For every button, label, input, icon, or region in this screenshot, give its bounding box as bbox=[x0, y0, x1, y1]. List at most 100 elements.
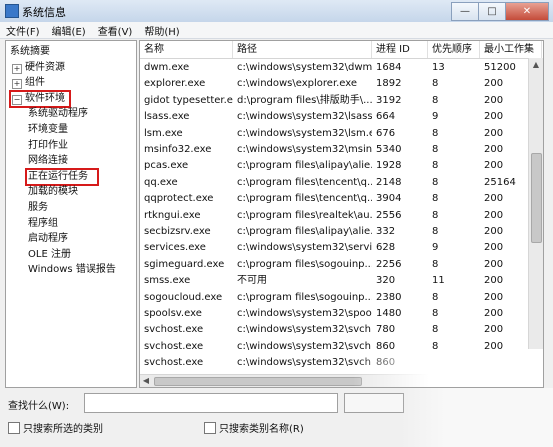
column-header[interactable]: 路径 bbox=[233, 41, 372, 58]
selection-highlight-box bbox=[9, 89, 71, 108]
table-cell: c:\program files\alipay\alie... bbox=[237, 226, 372, 237]
table-row[interactable]: services.exe c:\windows\system32\servi...… bbox=[140, 240, 528, 256]
table-row[interactable]: smss.exe 不可用 320 11 200 bbox=[140, 273, 528, 289]
tree-item-label: Windows 错误报告 bbox=[28, 264, 116, 276]
tree-item-label: 系统驱动程序 bbox=[28, 108, 88, 120]
menu-help[interactable]: 帮助(H) bbox=[138, 23, 185, 38]
table-cell: rtkngui.exe bbox=[144, 209, 201, 221]
column-header[interactable]: 进程 ID bbox=[372, 41, 428, 58]
table-cell: msinfo32.exe bbox=[144, 144, 212, 155]
table-cell: 8 bbox=[432, 127, 439, 139]
table-row[interactable]: secbizsrv.exe c:\program files\alipay\ali… bbox=[140, 224, 528, 240]
table-row[interactable]: lsass.exe c:\windows\system32\lsass.... 66… bbox=[140, 109, 528, 125]
column-header[interactable]: 优先顺序 bbox=[428, 41, 480, 58]
tree-item[interactable]: 系统驱动程序 bbox=[28, 107, 88, 121]
table-cell: c:\windows\explorer.exe bbox=[237, 78, 358, 90]
tree-item-label: 网络连接 bbox=[28, 155, 68, 167]
table-row[interactable]: rtkngui.exe c:\program files\realtek\au..… bbox=[140, 208, 528, 224]
find-button[interactable] bbox=[344, 393, 404, 413]
menu-bar: 文件(F) 编辑(E) 查看(V) 帮助(H) bbox=[0, 22, 553, 39]
tree-item[interactable]: + 硬件资源 bbox=[12, 61, 65, 75]
tree-item[interactable]: 环境变量 bbox=[28, 123, 68, 137]
tree-item[interactable]: + 组件 bbox=[12, 76, 45, 90]
tree-item[interactable]: 加载的模块 bbox=[28, 185, 78, 199]
table-cell: c:\windows\system32\servi... bbox=[237, 242, 372, 254]
details-list[interactable]: 名称 路径 进程 ID 优先顺序 最小工作集 dwm.exe c:\windows\sys… bbox=[139, 40, 544, 388]
tree-item[interactable]: 系统摘要 bbox=[10, 45, 50, 59]
search-selected-label: 只搜索所选的类别 bbox=[23, 424, 103, 435]
table-cell: 320 bbox=[376, 275, 396, 287]
scroll-left-icon[interactable]: ◀ bbox=[140, 375, 152, 387]
table-cell: c:\windows\system32\svch... bbox=[237, 324, 372, 336]
menu-view[interactable]: 查看(V) bbox=[92, 23, 139, 38]
vertical-scrollbar[interactable]: ▲ ▼ bbox=[528, 58, 543, 375]
table-row[interactable]: sogoucloud.exe c:\program files\sogouinp.… bbox=[140, 290, 528, 306]
table-row[interactable]: lsm.exe c:\windows\system32\lsm.e... 676 8 2… bbox=[140, 126, 528, 142]
table-cell: 3904 bbox=[376, 193, 402, 205]
table-row[interactable]: msinfo32.exe c:\windows\system32\msin... 5… bbox=[140, 142, 528, 158]
table-cell: 3192 bbox=[376, 94, 402, 106]
maximize-button[interactable]: □ bbox=[478, 2, 506, 21]
table-cell: svchost.exe bbox=[144, 340, 204, 352]
tree-item[interactable]: 服务 bbox=[28, 201, 48, 215]
tree-item[interactable]: Windows 错误报告 bbox=[28, 263, 116, 277]
tree-item[interactable]: 打印作业 bbox=[28, 139, 68, 153]
table-cell: qq.exe bbox=[144, 176, 178, 188]
table-row[interactable]: qqprotect.exe c:\program files\tencent\q.… bbox=[140, 191, 528, 207]
search-names-checkbox[interactable] bbox=[204, 422, 216, 434]
table-cell: 8 bbox=[432, 144, 439, 155]
tree-item-label: 服务 bbox=[28, 202, 48, 213]
system-info-app-icon bbox=[5, 4, 19, 18]
table-row[interactable]: dwm.exe c:\windows\system32\dwm... 1684 13 5… bbox=[140, 60, 528, 76]
table-row[interactable]: svchost.exe c:\windows\system32\svch... 78… bbox=[140, 322, 528, 338]
table-cell: smss.exe bbox=[144, 275, 191, 287]
tree-item-label: 打印作业 bbox=[28, 139, 68, 151]
table-cell: qqprotect.exe bbox=[144, 193, 214, 205]
tree-item-label: 系统摘要 bbox=[10, 46, 50, 57]
table-row[interactable]: sgimeguard.exe c:\program files\sogouinp.… bbox=[140, 257, 528, 273]
vertical-scroll-thumb[interactable] bbox=[531, 153, 542, 243]
table-row[interactable]: explorer.exe c:\windows\explorer.exe 1892 8… bbox=[140, 76, 528, 92]
table-cell: 676 bbox=[376, 127, 396, 139]
tree-item[interactable]: 程序组 bbox=[28, 217, 58, 231]
expand-icon[interactable]: + bbox=[12, 63, 22, 74]
category-tree[interactable]: 系统摘要 + 硬件资源 + 组件 − 软件环境 系统驱动程序 环境变量 打印作业 网络连接 正在运行任… bbox=[5, 40, 137, 388]
table-cell: c:\windows\system32\svch... bbox=[237, 357, 372, 369]
tree-item[interactable]: 启动程序 bbox=[28, 232, 68, 246]
table-row[interactable]: pcas.exe c:\program files\alipay\alie... 1… bbox=[140, 158, 528, 174]
table-cell: 13 bbox=[432, 62, 445, 73]
table-row[interactable]: spoolsv.exe c:\windows\system32\spoo... 14… bbox=[140, 306, 528, 322]
table-cell: dwm.exe bbox=[144, 62, 190, 73]
search-names-option[interactable]: 只搜索类别名称(R) bbox=[204, 422, 304, 436]
table-cell: 332 bbox=[376, 226, 396, 237]
title-bar[interactable]: 系统信息 — □ ✕ bbox=[0, 0, 553, 23]
table-cell: svchost.exe bbox=[144, 357, 204, 369]
tree-item-label: OLE 注册 bbox=[28, 248, 71, 260]
column-header[interactable]: 最小工作集 bbox=[480, 41, 542, 58]
table-cell: secbizsrv.exe bbox=[144, 226, 211, 237]
scroll-up-icon[interactable]: ▲ bbox=[529, 58, 543, 72]
table-cell: 8 bbox=[432, 291, 439, 303]
expand-icon[interactable]: + bbox=[12, 79, 22, 90]
tree-item[interactable]: OLE 注册 bbox=[28, 248, 71, 262]
find-what-input[interactable] bbox=[84, 393, 338, 413]
table-cell: 8 bbox=[432, 193, 439, 205]
column-header[interactable]: 名称 bbox=[140, 41, 233, 58]
table-cell: c:\program files\sogouinp... bbox=[237, 258, 372, 270]
table-cell: 8 bbox=[432, 258, 439, 270]
find-what-label: 查找什么(W): bbox=[8, 401, 70, 412]
close-button[interactable]: ✕ bbox=[505, 2, 549, 21]
table-cell: sgimeguard.exe bbox=[144, 258, 225, 270]
minimize-button[interactable]: — bbox=[451, 2, 479, 21]
search-selected-option[interactable]: 只搜索所选的类别 bbox=[8, 422, 103, 436]
table-row[interactable]: gidot typesetter.e... d:\program files\排版… bbox=[140, 93, 528, 109]
table-cell: 8 bbox=[432, 176, 439, 188]
horizontal-scroll-thumb[interactable] bbox=[154, 377, 362, 386]
table-row[interactable]: qq.exe c:\program files\tencent\q... 2148 8… bbox=[140, 175, 528, 191]
search-selected-checkbox[interactable] bbox=[8, 422, 20, 434]
menu-file[interactable]: 文件(F) bbox=[0, 23, 46, 38]
table-cell: 9 bbox=[432, 111, 439, 123]
table-cell: 8 bbox=[432, 160, 439, 172]
menu-edit[interactable]: 编辑(E) bbox=[46, 23, 92, 38]
tree-item[interactable]: 网络连接 bbox=[28, 154, 68, 168]
